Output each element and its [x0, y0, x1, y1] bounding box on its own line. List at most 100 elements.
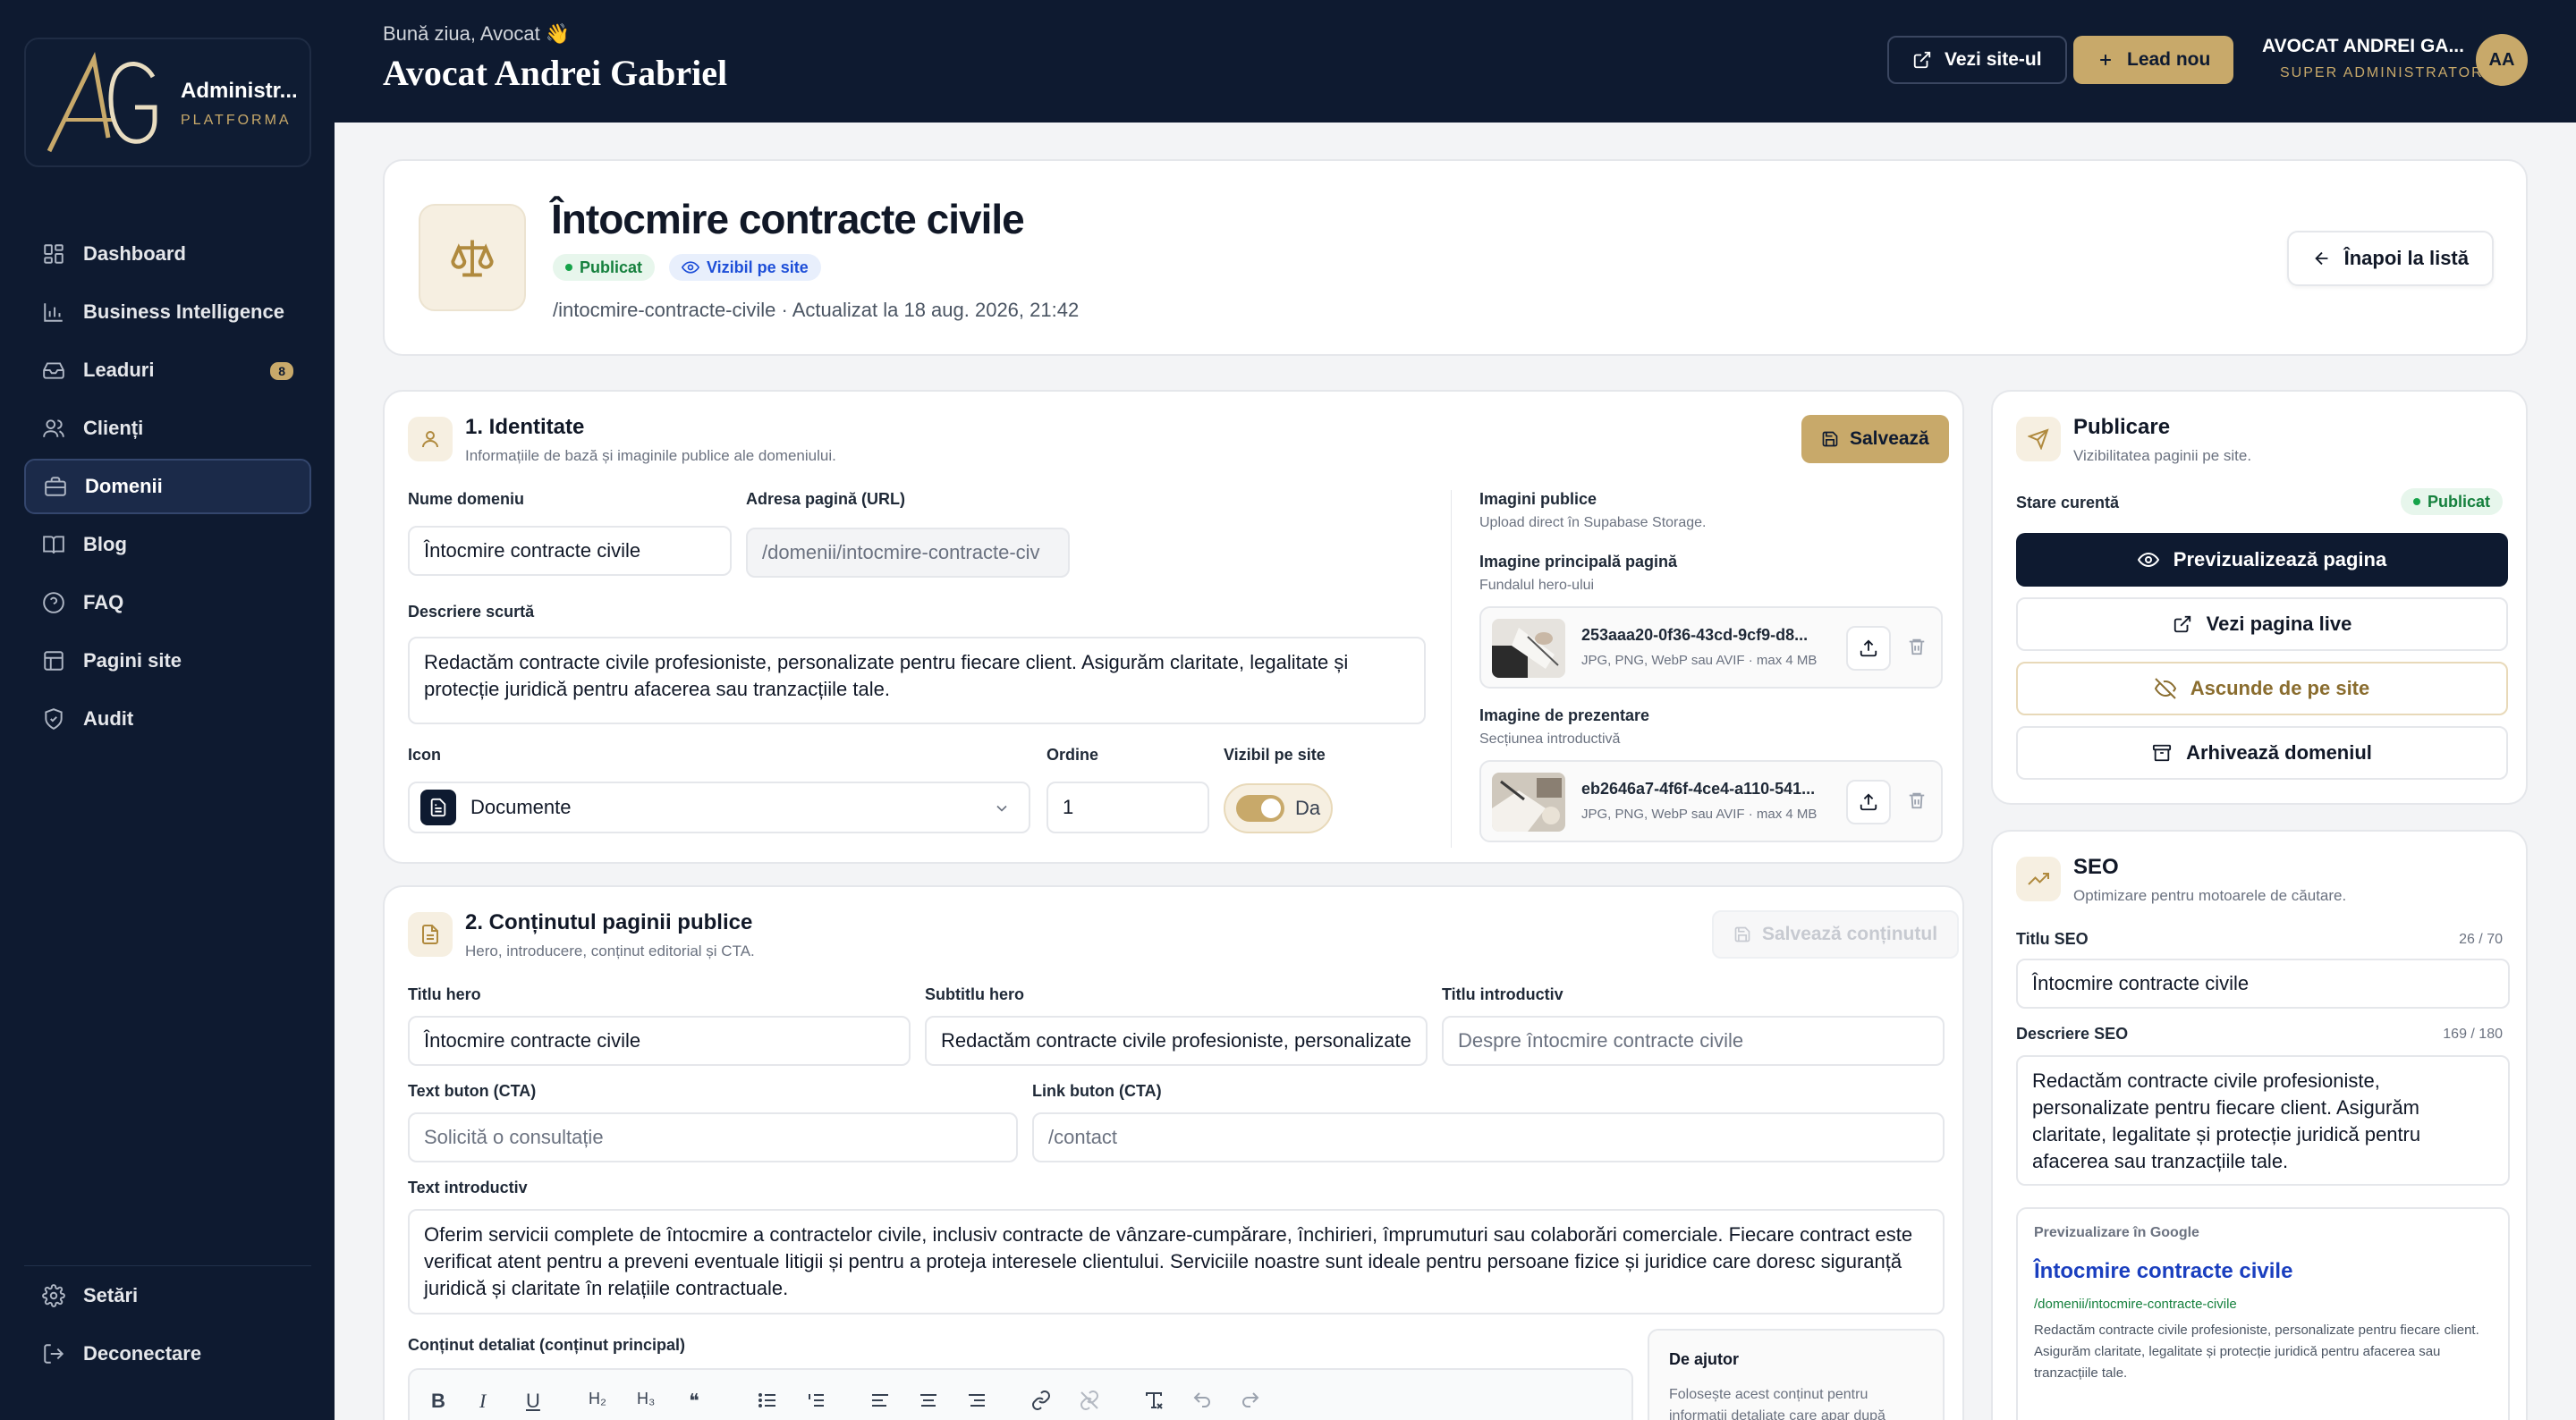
sidebar-item-label: Leaduri [83, 359, 155, 381]
upload-presentation-image-button[interactable] [1846, 780, 1891, 824]
align-center-icon[interactable] [918, 1390, 939, 1411]
sidebar-item-label: Blog [83, 533, 127, 555]
avatar[interactable]: AA [2476, 34, 2528, 86]
sidebar-item-pagini-site[interactable]: Pagini site [24, 633, 311, 689]
help-text: Folosește acest conținut pentru informaț… [1669, 1387, 1885, 1420]
clear-format-icon[interactable] [1143, 1390, 1165, 1411]
preview-page-button[interactable]: Previzualizează pagina [2016, 533, 2508, 587]
google-preview-title[interactable]: Întocmire contracte civile [2034, 1259, 2292, 1284]
editor-toolbar: B I U H₂ H₃ ❝ [408, 1368, 1633, 1420]
view-site-button[interactable]: Vezi site-ul [1887, 36, 2067, 84]
hide-from-site-button[interactable]: Ascunde de pe site [2016, 662, 2508, 715]
intro-title-input[interactable]: Despre întocmire contracte civile [1442, 1016, 1945, 1066]
book-icon [43, 536, 64, 554]
eye-icon [2137, 552, 2159, 568]
sidebar-item-setari[interactable]: Setări [24, 1268, 311, 1323]
save-content-button[interactable]: Salvează conținutul [1712, 910, 1960, 959]
gear-icon [42, 1284, 65, 1307]
external-link-icon [2174, 615, 2190, 633]
heading2-button[interactable]: H₂ [589, 1390, 606, 1408]
brand-block[interactable]: Administr... PLATFORMA [24, 38, 311, 167]
order-input[interactable]: 1 [1046, 782, 1209, 833]
url-label: Adresa pagină (URL) [746, 490, 906, 508]
sidebar-item-clienti[interactable]: Clienți [24, 401, 311, 456]
seo-title-input[interactable]: Întocmire contracte civile [2016, 959, 2510, 1009]
seo-description-textarea[interactable]: Redactăm contracte civile profesioniste,… [2016, 1055, 2510, 1186]
sidebar-item-label: Setări [83, 1284, 139, 1306]
archive-icon [2152, 744, 2172, 762]
presentation-image-thumbnail [1492, 773, 1565, 832]
sidebar-item-domenii[interactable]: Domenii [24, 459, 311, 514]
quote-button[interactable]: ❝ [689, 1390, 699, 1413]
presentation-image-label: Imagine de prezentare [1479, 706, 1650, 724]
eye-off-icon [2154, 678, 2176, 699]
archive-domain-button[interactable]: Arhivează domeniul [2016, 726, 2508, 780]
sidebar-item-dashboard[interactable]: Dashboard [24, 226, 311, 282]
status-dot [565, 264, 572, 271]
new-lead-button[interactable]: Lead nou [2073, 36, 2234, 84]
status-badge-visible: Vizibil pe site [669, 254, 821, 281]
undo-icon[interactable] [1191, 1390, 1213, 1411]
chevron-down-icon [996, 805, 1007, 812]
seo-description-label: Descriere SEO [2016, 1025, 2129, 1043]
redo-icon[interactable] [1240, 1390, 1261, 1411]
cta-text-input[interactable]: Solicită o consultație [408, 1112, 1018, 1162]
preview-label: Previzualizează pagina [2173, 548, 2387, 571]
sidebar-item-leaduri[interactable]: Leaduri 8 [24, 342, 311, 398]
back-label: Înapoi la listă [2343, 247, 2469, 269]
brand-subtitle: PLATFORMA [181, 113, 292, 128]
order-label: Ordine [1046, 746, 1099, 764]
arrow-left-icon [2314, 251, 2328, 266]
section-title: 1. Identitate [465, 415, 585, 439]
external-link-icon [1913, 51, 1931, 69]
identity-card: 1. Identitate Informațiile de bază și im… [383, 390, 1964, 864]
sidebar-item-business-intelligence[interactable]: Business Intelligence [24, 284, 311, 340]
underline-button[interactable]: U [526, 1390, 540, 1413]
sidebar: Administr... PLATFORMA Dashboard Busines… [0, 0, 335, 1420]
align-left-icon[interactable] [869, 1390, 891, 1411]
upload-main-image-button[interactable] [1846, 626, 1891, 671]
heading3-button[interactable]: H₃ [637, 1390, 655, 1408]
sidebar-bottom-nav: Setări Deconectare [24, 1268, 311, 1384]
trash-icon [1909, 792, 1925, 809]
hero-subtitle-input[interactable]: Redactăm contracte civile profesioniste,… [925, 1016, 1428, 1066]
shield-icon [45, 708, 63, 730]
intro-text-textarea[interactable]: Oferim servicii complete de întocmire a … [408, 1209, 1945, 1314]
current-state-label: Stare curentă [2016, 494, 2120, 511]
main-image-row: 253aaa20-0f36-43cd-9cf9-d8... JPG, PNG, … [1479, 606, 1943, 689]
bullet-list-icon[interactable] [757, 1390, 778, 1411]
seo-title-label: Titlu SEO [2016, 930, 2089, 948]
link-icon[interactable] [1030, 1390, 1052, 1411]
delete-main-image-button[interactable] [1907, 637, 1927, 656]
hero-title-input[interactable]: Întocmire contracte civile [408, 1016, 911, 1066]
sidebar-item-deconectare[interactable]: Deconectare [24, 1326, 311, 1382]
bold-button[interactable]: B [431, 1390, 445, 1413]
sidebar-item-audit[interactable]: Audit [24, 691, 311, 747]
main-image-thumbnail [1492, 619, 1565, 678]
align-right-icon[interactable] [966, 1390, 987, 1411]
unlink-icon[interactable] [1079, 1390, 1100, 1411]
hide-label: Ascunde de pe site [2190, 677, 2370, 699]
main-image-meta: JPG, PNG, WebP sau AVIF · max 4 MB [1581, 653, 1818, 668]
cta-link-input[interactable]: /contact [1032, 1112, 1945, 1162]
back-to-list-button[interactable]: Înapoi la listă [2286, 231, 2494, 286]
view-live-button[interactable]: Vezi pagina live [2016, 597, 2508, 651]
numbered-list-icon[interactable] [805, 1390, 826, 1411]
short-description-textarea[interactable]: Redactăm contracte civile profesioniste,… [408, 637, 1426, 724]
delete-presentation-image-button[interactable] [1907, 790, 1927, 810]
section-title: SEO [2073, 855, 2119, 879]
save-identity-button[interactable]: Salvează [1801, 415, 1949, 463]
bar-chart-icon [44, 303, 63, 322]
sidebar-item-faq[interactable]: FAQ [24, 575, 311, 630]
save-content-label: Salvează conținutul [1762, 924, 1938, 944]
user-role: SUPER ADMINISTRATOR [2280, 65, 2484, 80]
sidebar-item-blog[interactable]: Blog [24, 517, 311, 572]
icon-select[interactable]: Documente [408, 782, 1030, 833]
save-icon [1734, 926, 1750, 942]
domain-name-input[interactable]: Întocmire contracte civile [408, 526, 732, 576]
main-image-sub: Fundalul hero-ului [1479, 578, 1595, 593]
user-icon [408, 417, 453, 461]
italic-button[interactable]: I [479, 1390, 486, 1413]
visible-toggle[interactable]: Da [1224, 783, 1334, 833]
dashboard-icon [44, 244, 64, 264]
